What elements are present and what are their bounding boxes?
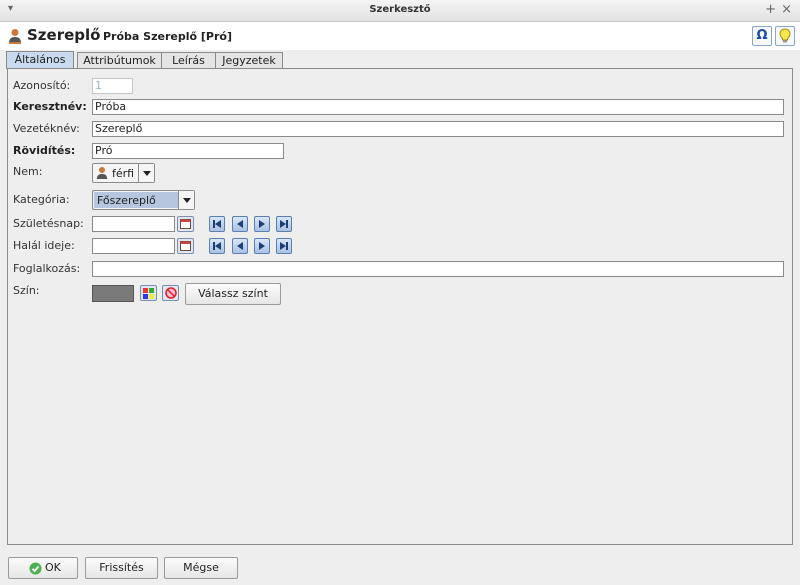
category-select[interactable]: Főszereplő — [92, 190, 195, 210]
death-last-button[interactable] — [276, 238, 292, 254]
no-color-icon — [165, 287, 177, 299]
first-icon — [213, 220, 221, 228]
color-label: Szín: — [13, 284, 40, 297]
person-icon — [8, 28, 22, 47]
next-icon — [259, 220, 265, 228]
birth-next-button[interactable] — [254, 216, 270, 232]
cancel-button[interactable]: Mégse — [164, 557, 238, 579]
gender-value: férfi — [112, 167, 135, 180]
id-label: Azonosító: — [13, 79, 71, 92]
refresh-button[interactable]: Frissítés — [85, 557, 158, 579]
tab-attributumok[interactable]: Attribútumok — [77, 52, 162, 69]
tab-leiras[interactable]: Leírás — [161, 52, 216, 69]
death-prev-button[interactable] — [232, 238, 248, 254]
id-field: 1 — [92, 78, 133, 94]
firstname-field[interactable]: Próba — [92, 99, 784, 115]
tab-altalanos[interactable]: Általános — [6, 51, 74, 69]
window-title: Szerkesztő — [369, 4, 431, 15]
birth-prev-button[interactable] — [232, 216, 248, 232]
calendar-icon — [180, 241, 191, 251]
birth-date-field[interactable] — [92, 216, 175, 232]
omega-icon: Ω — [756, 28, 768, 43]
category-value: Főszereplő — [97, 194, 156, 207]
window-titlebar: ▾ Szerkesztő + × — [0, 0, 800, 22]
gender-dropdown-arrow[interactable] — [138, 164, 154, 182]
ok-button[interactable]: OK — [8, 557, 78, 579]
male-person-icon — [96, 167, 108, 179]
ok-label: OK — [45, 561, 61, 574]
lightbulb-icon — [779, 28, 791, 43]
maximize-icon[interactable]: + — [765, 2, 776, 17]
birth-first-button[interactable] — [209, 216, 225, 232]
palette-icon — [143, 288, 154, 299]
death-first-button[interactable] — [209, 238, 225, 254]
color-palette-button[interactable] — [140, 285, 157, 301]
birth-calendar-button[interactable] — [177, 216, 194, 232]
gender-label: Nem: — [13, 165, 43, 178]
last-icon — [280, 242, 288, 250]
death-next-button[interactable] — [254, 238, 270, 254]
lastname-field[interactable]: Szereplő — [92, 121, 784, 137]
entity-name: Próba Szereplő [Pró] — [103, 30, 232, 43]
birth-label: Születésnap: — [13, 217, 84, 230]
omega-button[interactable]: Ω — [752, 26, 772, 46]
short-label: Rövidítés: — [13, 144, 76, 157]
clear-color-button[interactable] — [162, 285, 179, 301]
last-icon — [280, 220, 288, 228]
calendar-icon — [180, 219, 191, 229]
prev-icon — [237, 220, 243, 228]
prev-icon — [237, 242, 243, 250]
color-swatch — [92, 285, 134, 302]
short-field[interactable]: Pró — [92, 143, 284, 159]
occupation-label: Foglalkozás: — [13, 262, 81, 275]
category-dropdown-arrow[interactable] — [178, 191, 194, 209]
tab-jegyzetek[interactable]: Jegyzetek — [215, 52, 283, 69]
general-tab-panel — [7, 68, 793, 545]
category-label: Kategória: — [13, 193, 70, 206]
death-date-field[interactable] — [92, 238, 175, 254]
death-calendar-button[interactable] — [177, 238, 194, 254]
choose-color-button[interactable]: Válassz színt — [185, 283, 281, 305]
death-label: Halál ideje: — [13, 239, 75, 252]
firstname-label: Keresztnév: — [13, 100, 87, 113]
occupation-field[interactable] — [92, 261, 784, 277]
hint-button[interactable] — [775, 26, 795, 46]
next-icon — [259, 242, 265, 250]
close-icon[interactable]: × — [781, 2, 792, 17]
ok-check-icon — [29, 562, 42, 575]
entity-type-title: Szereplő — [27, 26, 101, 44]
first-icon — [213, 242, 221, 250]
birth-last-button[interactable] — [276, 216, 292, 232]
gender-select[interactable]: férfi — [92, 163, 155, 183]
lastname-label: Vezetéknév: — [13, 122, 80, 135]
editor-header: Szereplő Próba Szereplő [Pró] Ω — [0, 22, 800, 50]
